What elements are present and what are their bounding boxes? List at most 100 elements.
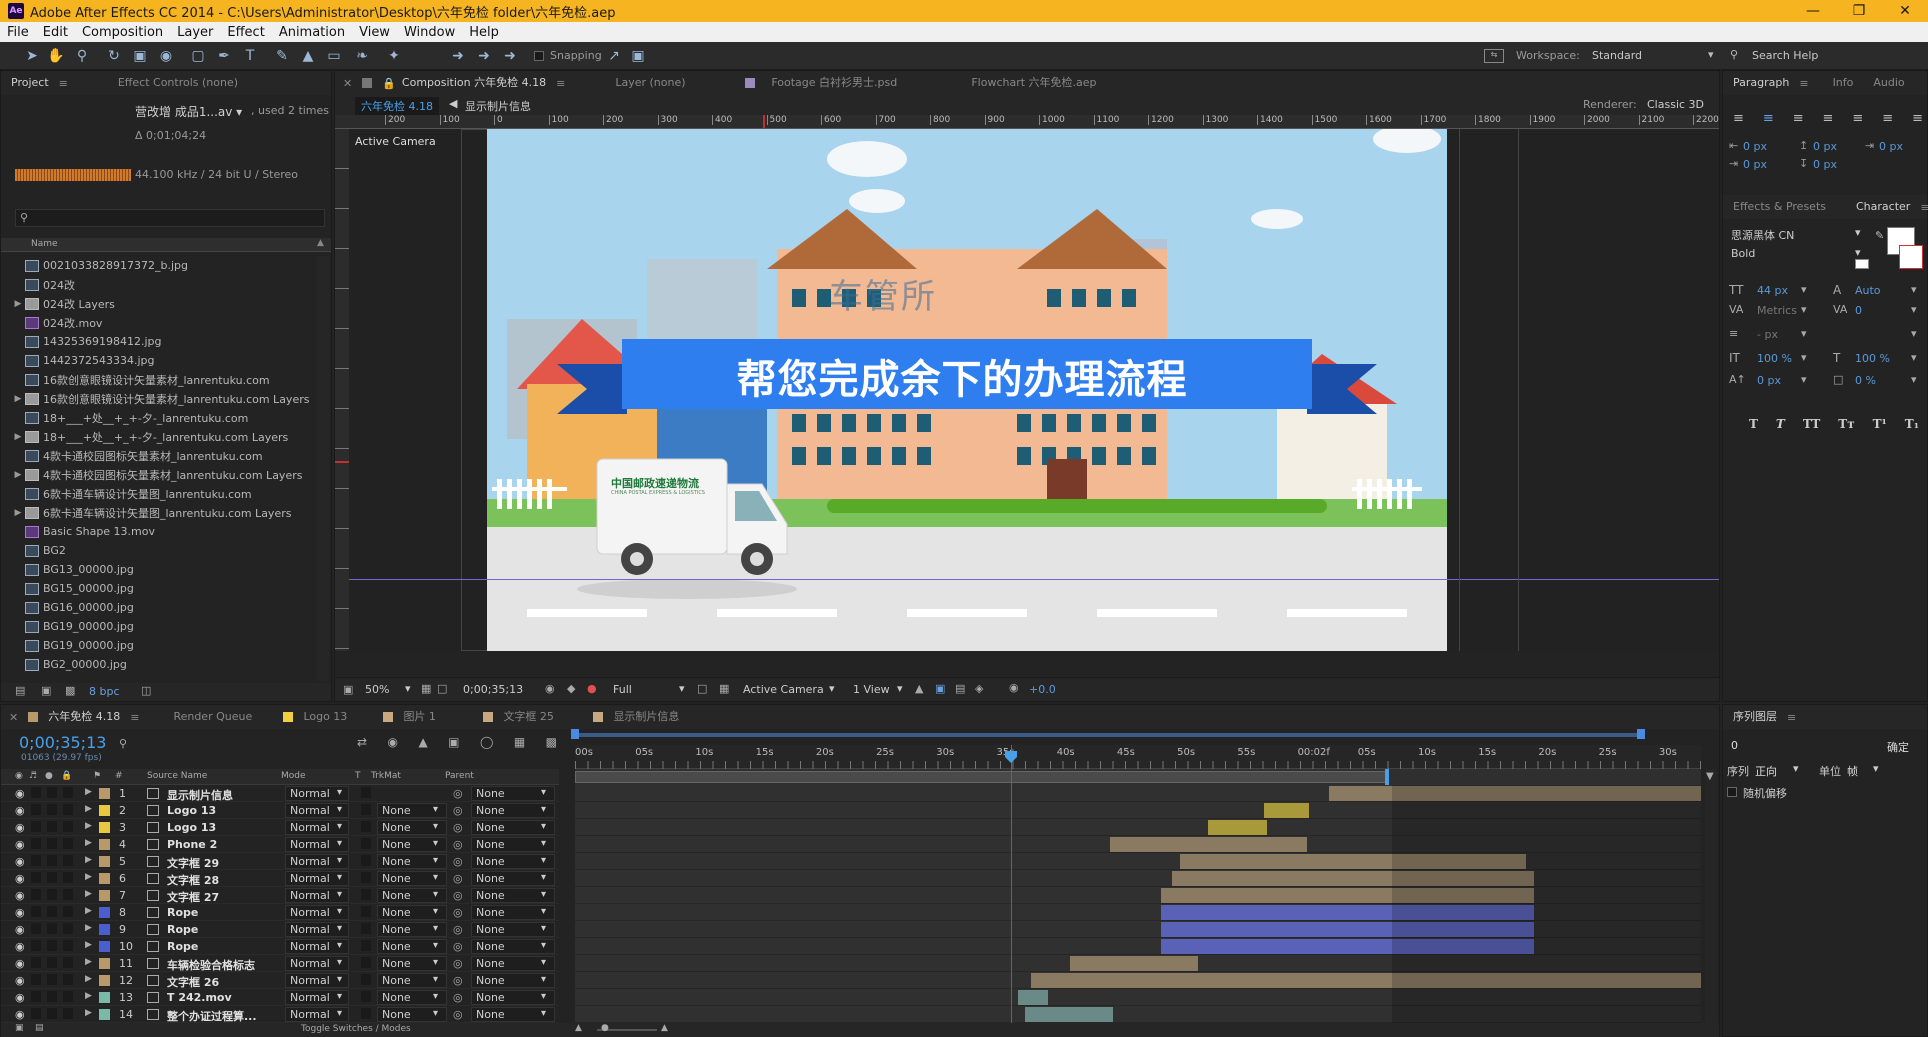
workspace-dropdown[interactable]: Standard: [1592, 49, 1714, 62]
solo-toggle[interactable]: [47, 872, 57, 883]
expand-triangle-icon[interactable]: ▶: [85, 974, 92, 984]
always-preview-icon[interactable]: ▣: [343, 683, 353, 696]
chevron-down-icon[interactable]: ▾: [433, 821, 438, 832]
project-item[interactable]: 024改.mov: [11, 313, 319, 332]
pickwhip-icon[interactable]: ◎: [453, 991, 463, 1004]
chevron-down-icon[interactable]: ▾: [1911, 283, 1917, 296]
layer-track[interactable]: [575, 1006, 1701, 1023]
layer-name[interactable]: 文字框 28: [167, 872, 219, 888]
expand-triangle-icon[interactable]: ▶: [85, 940, 92, 950]
solo-toggle[interactable]: [47, 821, 57, 832]
lock-toggle[interactable]: [63, 838, 73, 849]
chevron-down-icon[interactable]: ▾: [337, 974, 342, 985]
eye-icon[interactable]: ◉: [15, 906, 25, 919]
chevron-down-icon[interactable]: ▾: [541, 957, 546, 968]
expand-triangle-icon[interactable]: ▶: [85, 838, 92, 848]
sequence-offset-input[interactable]: 0: [1731, 739, 1738, 752]
layer-preserve-transparency[interactable]: [361, 804, 371, 815]
layer-row[interactable]: ◉ ▶ 9 Rope Normal ▾ None ▾ ◎ None ▾: [1, 921, 559, 938]
pickwhip-icon[interactable]: ◎: [453, 889, 463, 902]
camera-tool-icon[interactable]: ▣: [130, 47, 150, 65]
magnification-dropdown[interactable]: 50%: [365, 683, 389, 696]
audio-toggle[interactable]: [31, 906, 41, 917]
layer-name[interactable]: Rope: [167, 906, 198, 919]
menu-window[interactable]: Window: [397, 25, 462, 40]
solo-toggle[interactable]: [47, 1008, 57, 1019]
chevron-down-icon[interactable]: ▾: [337, 889, 342, 900]
tab-sequence-layers[interactable]: 序列图层: [1723, 705, 1787, 729]
layer-name[interactable]: 车辆检验合格标志: [167, 957, 255, 973]
solo-toggle[interactable]: [47, 974, 57, 985]
comp-mini-flowchart-icon[interactable]: ⇄: [357, 735, 367, 749]
chevron-down-icon[interactable]: ▾: [337, 923, 342, 934]
audio-toggle[interactable]: [31, 991, 41, 1002]
transparency-grid-icon[interactable]: ▦: [719, 682, 729, 695]
timeline-tracks[interactable]: [575, 785, 1701, 1023]
layer-name[interactable]: T 242.mov: [167, 991, 232, 1004]
eye-icon[interactable]: ◉: [15, 957, 25, 970]
layer-duration-bar[interactable]: [1160, 888, 1535, 903]
layer-track[interactable]: [575, 870, 1701, 887]
brainstorm-icon[interactable]: ▩: [546, 735, 557, 749]
layer-label-color[interactable]: [99, 805, 110, 816]
menu-file[interactable]: File: [0, 25, 36, 40]
solo-toggle[interactable]: [47, 957, 57, 968]
flowchart-icon[interactable]: ◈: [975, 682, 983, 695]
zoom-out-time-icon[interactable]: ▲: [575, 1023, 582, 1033]
layer-row[interactable]: ◉ ▶ 2 Logo 13 Normal ▾ None ▾ ◎ None ▾: [1, 802, 559, 819]
menu-view[interactable]: View: [352, 25, 397, 40]
project-item[interactable]: BG16_00000.jpg: [11, 598, 319, 617]
tab-paragraph[interactable]: Paragraph: [1723, 71, 1799, 95]
lock-toggle[interactable]: [63, 889, 73, 900]
pan-behind-tool-icon[interactable]: ◉: [156, 47, 176, 65]
rotate-tool-icon[interactable]: ↻: [104, 47, 124, 65]
align-right-icon[interactable]: ≡: [1793, 111, 1804, 126]
solo-toggle[interactable]: [47, 906, 57, 917]
solo-toggle[interactable]: [47, 855, 57, 866]
work-area-start-handle[interactable]: [571, 729, 579, 739]
interpret-footage-icon[interactable]: ▤: [15, 684, 25, 697]
time-navigator[interactable]: [575, 769, 1701, 785]
tab-render-queue[interactable]: Render Queue: [163, 705, 283, 729]
pickwhip-icon[interactable]: ◎: [453, 787, 463, 800]
layer-track[interactable]: [575, 785, 1701, 802]
horizontal-scale-value[interactable]: 100 %: [1855, 352, 1890, 365]
resolution-dropdown[interactable]: Full: [613, 683, 632, 696]
space-before-value[interactable]: 0 px: [1813, 140, 1837, 153]
zoom-out-icon[interactable]: ▼: [1706, 771, 1714, 782]
chevron-down-icon[interactable]: ▾: [337, 838, 342, 849]
align-center-icon[interactable]: ≡: [1763, 111, 1774, 126]
exposure-value[interactable]: +0.0: [1029, 683, 1056, 696]
expand-triangle-icon[interactable]: ▶: [85, 855, 92, 865]
chevron-down-icon[interactable]: ▾: [433, 957, 438, 968]
chevron-down-icon[interactable]: ▾: [337, 991, 342, 1002]
justify-all-icon[interactable]: ≡: [1912, 111, 1923, 126]
chevron-down-icon[interactable]: ▾: [1911, 327, 1917, 340]
project-item[interactable]: BG13_00000.jpg: [11, 560, 319, 579]
tab-info[interactable]: Info: [1823, 71, 1864, 95]
comp-breadcrumb-active[interactable]: 六年免检 4.18: [355, 97, 439, 115]
expand-triangle-icon[interactable]: ▶: [85, 787, 92, 797]
project-item[interactable]: 16款创意眼镜设计矢量素材_lanrentuku.com: [11, 370, 319, 389]
stroke-width-value[interactable]: - px: [1757, 328, 1778, 341]
layer-preserve-transparency[interactable]: [361, 1008, 371, 1019]
lock-toggle[interactable]: [63, 804, 73, 815]
layer-duration-bar[interactable]: [1160, 905, 1535, 920]
project-item[interactable]: BG2_00000.jpg: [11, 655, 319, 674]
chevron-down-icon[interactable]: ▾: [1801, 373, 1807, 386]
layer-name[interactable]: Logo 13: [167, 821, 216, 834]
layer-row[interactable]: ◉ ▶ 4 Phone 2 Normal ▾ None ▾ ◎ None ▾: [1, 836, 559, 853]
audio-toggle[interactable]: [31, 923, 41, 934]
solo-toggle[interactable]: [47, 991, 57, 1002]
selection-tool-icon[interactable]: ➤: [22, 47, 42, 65]
view-axis-icon[interactable]: ➜: [500, 47, 520, 65]
layer-preserve-transparency[interactable]: [361, 787, 371, 798]
layer-duration-bar[interactable]: [1171, 871, 1535, 886]
layer-duration-bar[interactable]: [1329, 786, 1701, 801]
subscript-icon[interactable]: T₁: [1905, 417, 1919, 431]
layer-row[interactable]: ◉ ▶ 1 显示制片信息 Normal ▾ ◎ None ▾: [1, 785, 559, 802]
pickwhip-icon[interactable]: ◎: [453, 1008, 463, 1021]
chevron-down-icon[interactable]: ▾: [541, 804, 546, 815]
tracking-value[interactable]: 0: [1855, 304, 1862, 317]
tab-audio[interactable]: Audio: [1863, 71, 1914, 95]
